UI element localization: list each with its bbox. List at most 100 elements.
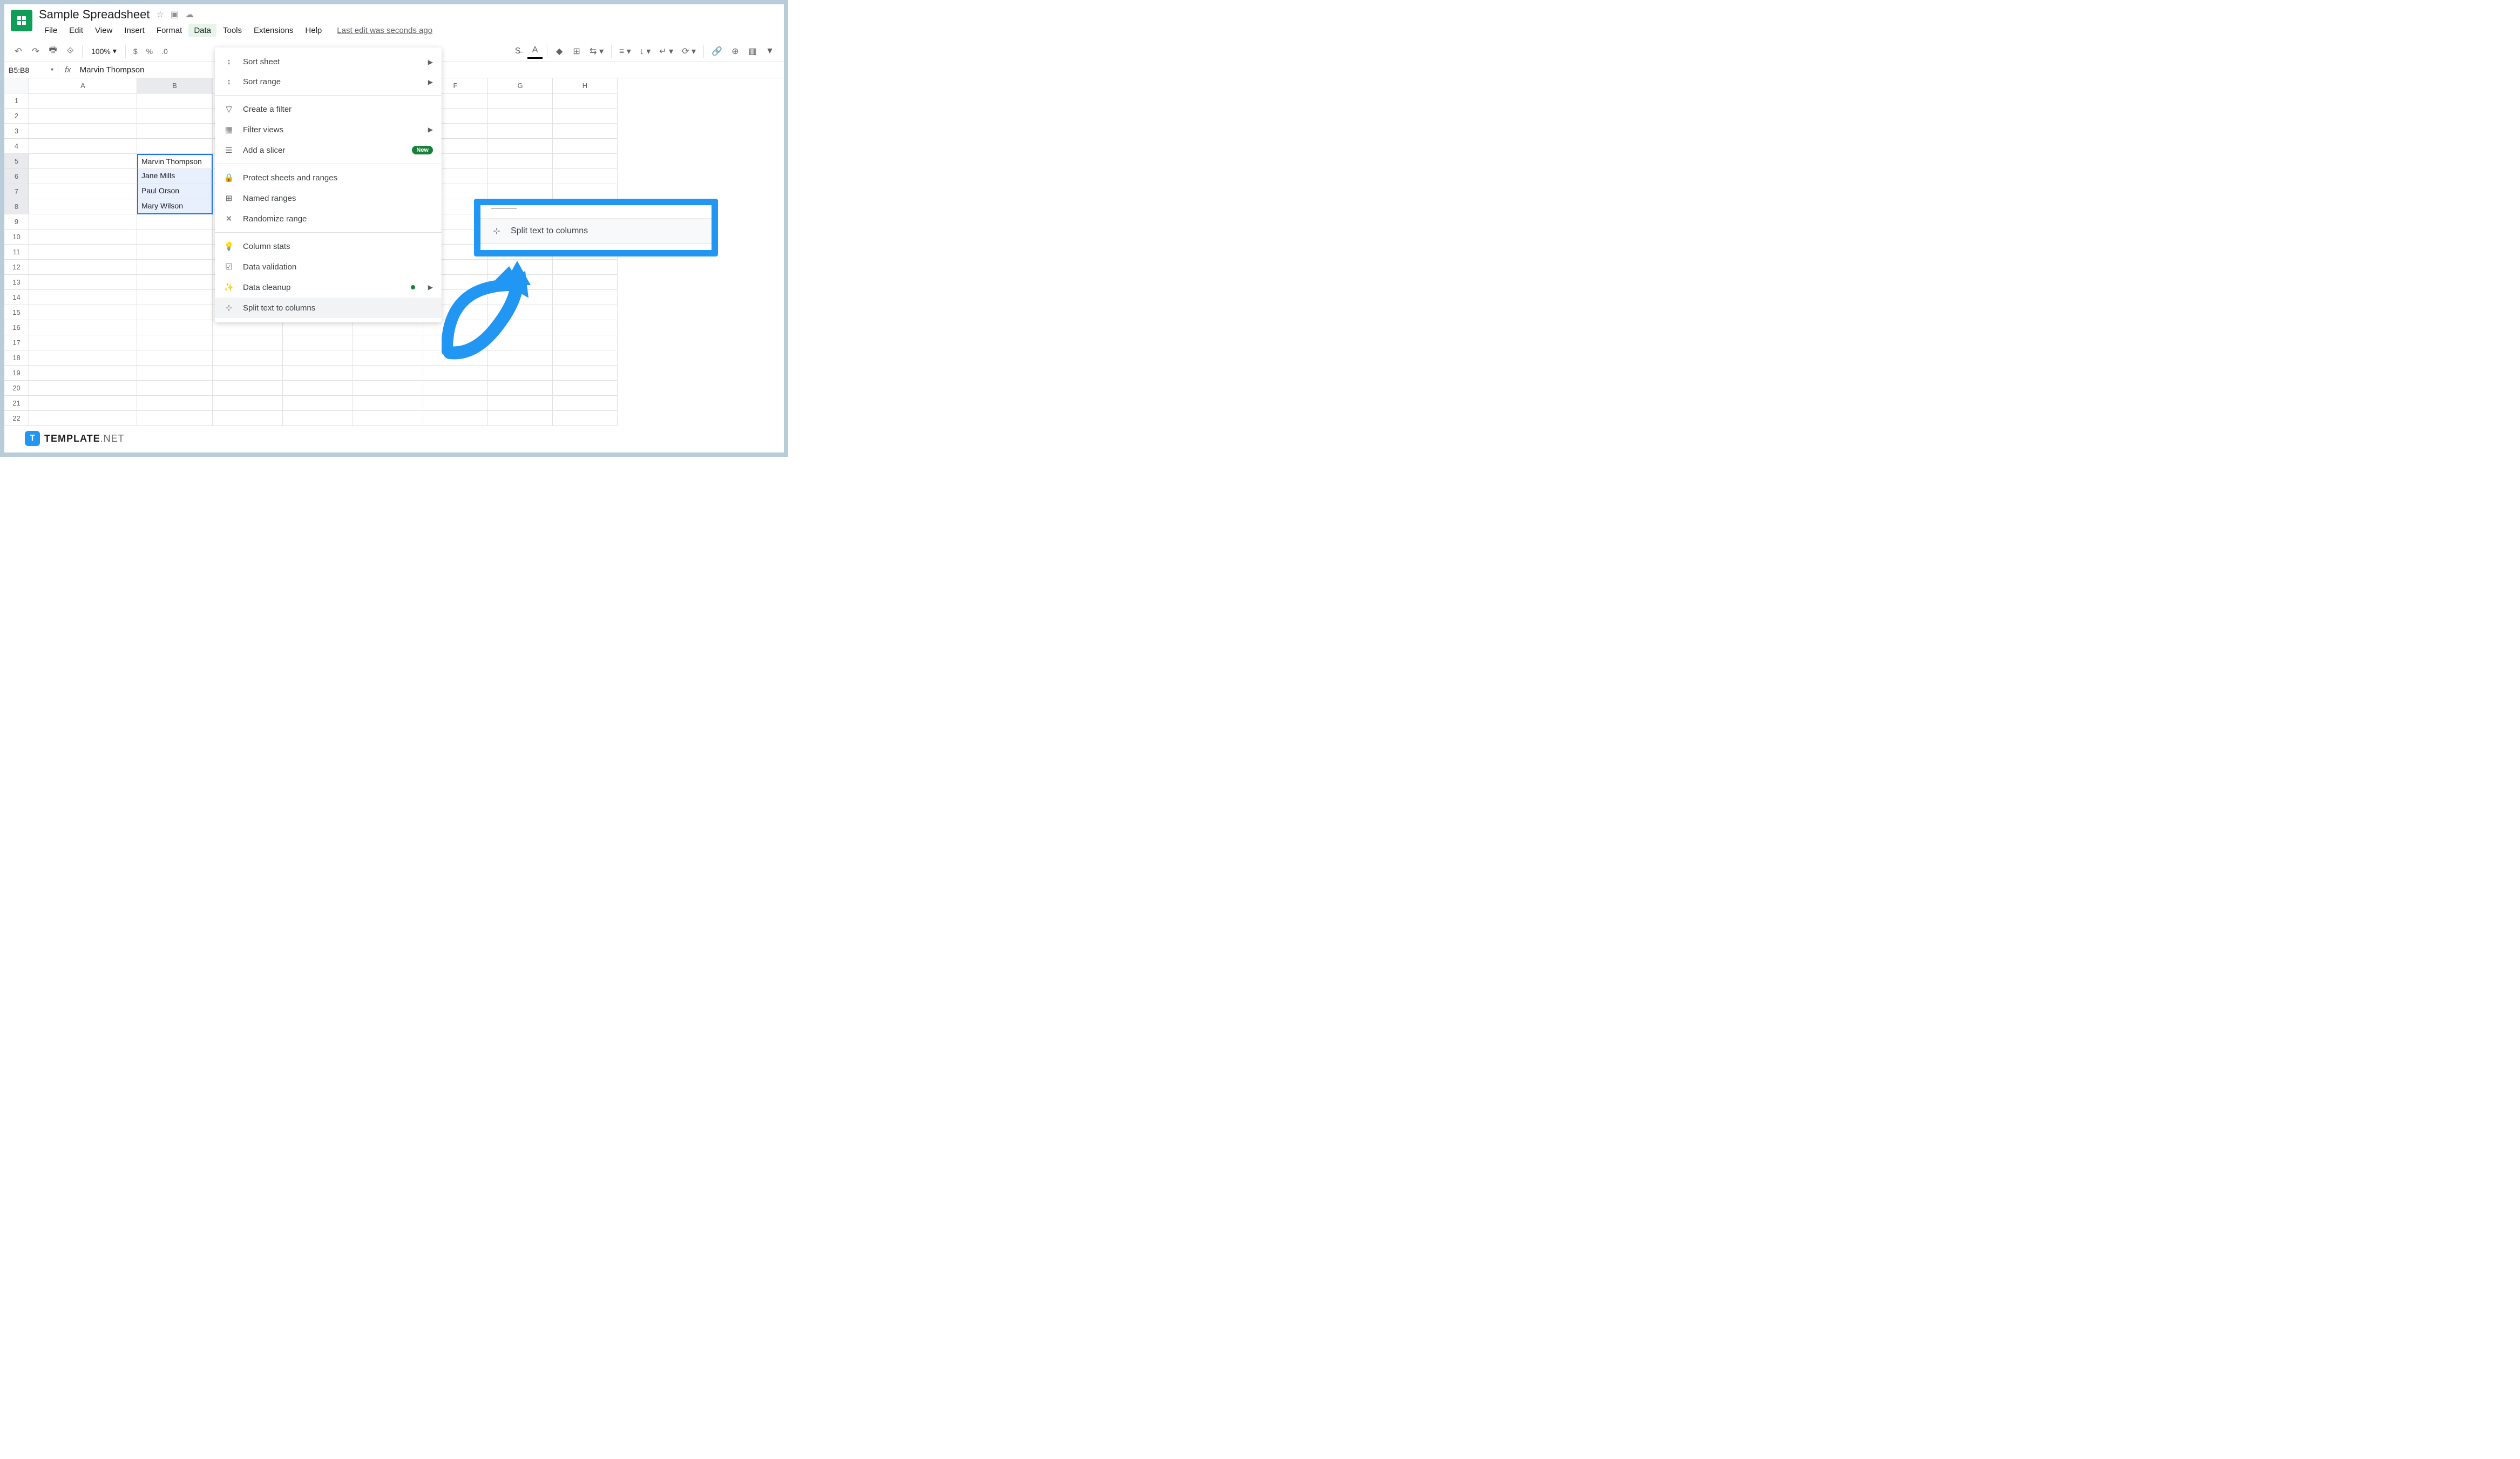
cell[interactable] — [553, 124, 618, 139]
cell[interactable] — [283, 396, 353, 411]
menu-filter-views[interactable]: ▦ Filter views ▶ — [215, 119, 442, 140]
cell[interactable] — [137, 93, 213, 109]
borders-icon[interactable]: ⊞ — [569, 44, 584, 59]
cell[interactable] — [423, 396, 488, 411]
chart-icon[interactable]: ▥ — [745, 44, 760, 59]
cell[interactable]: Marvin Thompson — [137, 154, 213, 169]
cell[interactable] — [283, 381, 353, 396]
callout-split-text[interactable]: ⊹ Split text to columns — [480, 219, 712, 244]
row-header[interactable]: 13 — [4, 275, 29, 290]
cell[interactable] — [29, 139, 137, 154]
cell[interactable] — [353, 411, 423, 426]
percent-button[interactable]: % — [143, 47, 156, 56]
row-header[interactable]: 2 — [4, 109, 29, 124]
cell[interactable] — [488, 184, 553, 199]
menu-format[interactable]: Format — [151, 24, 188, 37]
cell[interactable] — [213, 396, 283, 411]
cell[interactable] — [353, 335, 423, 350]
menu-column-stats[interactable]: 💡 Column stats — [215, 236, 442, 256]
col-header[interactable]: A — [29, 78, 137, 93]
menu-data[interactable]: Data — [188, 24, 216, 37]
col-header[interactable]: H — [553, 78, 618, 93]
row-header[interactable]: 20 — [4, 381, 29, 396]
row-header[interactable]: 4 — [4, 139, 29, 154]
menu-sort-sheet[interactable]: ↕ Sort sheet ▶ — [215, 52, 442, 72]
cell[interactable] — [488, 109, 553, 124]
move-icon[interactable]: ▣ — [171, 9, 179, 20]
menu-extensions[interactable]: Extensions — [248, 24, 299, 37]
cell[interactable] — [353, 381, 423, 396]
cell[interactable] — [29, 260, 137, 275]
paint-format-icon[interactable]: ⟐ — [63, 44, 78, 59]
row-header[interactable]: 11 — [4, 245, 29, 260]
fill-color-icon[interactable]: ◆ — [552, 44, 567, 59]
merge-icon[interactable]: ⇆ ▾ — [586, 44, 607, 59]
cell[interactable] — [137, 109, 213, 124]
cell[interactable] — [29, 154, 137, 169]
cell[interactable] — [29, 290, 137, 305]
cell[interactable] — [29, 396, 137, 411]
filter-icon[interactable]: ▼ — [762, 44, 777, 59]
cell[interactable]: Jane Mills — [137, 169, 213, 184]
cell[interactable] — [213, 411, 283, 426]
menu-view[interactable]: View — [90, 24, 118, 37]
select-all-corner[interactable] — [4, 78, 29, 93]
menu-insert[interactable]: Insert — [119, 24, 150, 37]
cell[interactable] — [137, 229, 213, 245]
menu-protect-sheets[interactable]: 🔒 Protect sheets and ranges — [215, 167, 442, 188]
row-header[interactable]: 15 — [4, 305, 29, 320]
cell[interactable] — [553, 366, 618, 381]
cell[interactable] — [488, 93, 553, 109]
redo-icon[interactable]: ↷ — [28, 44, 43, 59]
row-header[interactable]: 5 — [4, 154, 29, 169]
cell[interactable] — [29, 366, 137, 381]
cell[interactable] — [213, 335, 283, 350]
undo-icon[interactable]: ↶ — [11, 44, 26, 59]
cell[interactable] — [553, 275, 618, 290]
cell[interactable] — [488, 139, 553, 154]
cell[interactable] — [553, 335, 618, 350]
menu-data-validation[interactable]: ☑ Data validation — [215, 256, 442, 277]
row-header[interactable]: 18 — [4, 350, 29, 366]
row-header[interactable]: 6 — [4, 169, 29, 184]
cell[interactable] — [137, 214, 213, 229]
cell[interactable] — [553, 320, 618, 335]
row-header[interactable]: 21 — [4, 396, 29, 411]
cell[interactable] — [137, 275, 213, 290]
cell[interactable] — [423, 411, 488, 426]
cell[interactable] — [137, 366, 213, 381]
cell[interactable] — [283, 366, 353, 381]
last-edit-link[interactable]: Last edit was seconds ago — [337, 26, 432, 35]
cell[interactable] — [553, 305, 618, 320]
currency-button[interactable]: $ — [130, 47, 141, 56]
menu-named-ranges[interactable]: ⊞ Named ranges — [215, 188, 442, 208]
row-header[interactable]: 9 — [4, 214, 29, 229]
cell[interactable] — [553, 139, 618, 154]
cell[interactable] — [29, 199, 137, 214]
cell[interactable] — [137, 381, 213, 396]
cell[interactable] — [29, 229, 137, 245]
menu-sort-range[interactable]: ↕ Sort range ▶ — [215, 72, 442, 92]
cell[interactable] — [29, 335, 137, 350]
align-icon[interactable]: ≡ ▾ — [616, 44, 634, 59]
cell[interactable] — [137, 335, 213, 350]
row-header[interactable]: 1 — [4, 93, 29, 109]
cell[interactable] — [213, 350, 283, 366]
cell[interactable] — [488, 381, 553, 396]
cell[interactable] — [553, 396, 618, 411]
menu-split-text-to-columns[interactable]: ⊹ Split text to columns — [215, 298, 442, 318]
cell[interactable] — [553, 93, 618, 109]
rotate-icon[interactable]: ⟳ ▾ — [679, 44, 699, 59]
row-header[interactable]: 3 — [4, 124, 29, 139]
cell[interactable] — [29, 305, 137, 320]
cell[interactable] — [213, 320, 283, 335]
cell[interactable] — [29, 169, 137, 184]
cell[interactable] — [137, 350, 213, 366]
print-icon[interactable]: 🖶 — [45, 44, 60, 59]
cell[interactable] — [137, 411, 213, 426]
row-header[interactable]: 8 — [4, 199, 29, 214]
name-box[interactable]: B5:B8▾ — [4, 64, 58, 77]
cell[interactable] — [553, 260, 618, 275]
cell[interactable] — [29, 184, 137, 199]
row-header[interactable]: 22 — [4, 411, 29, 426]
